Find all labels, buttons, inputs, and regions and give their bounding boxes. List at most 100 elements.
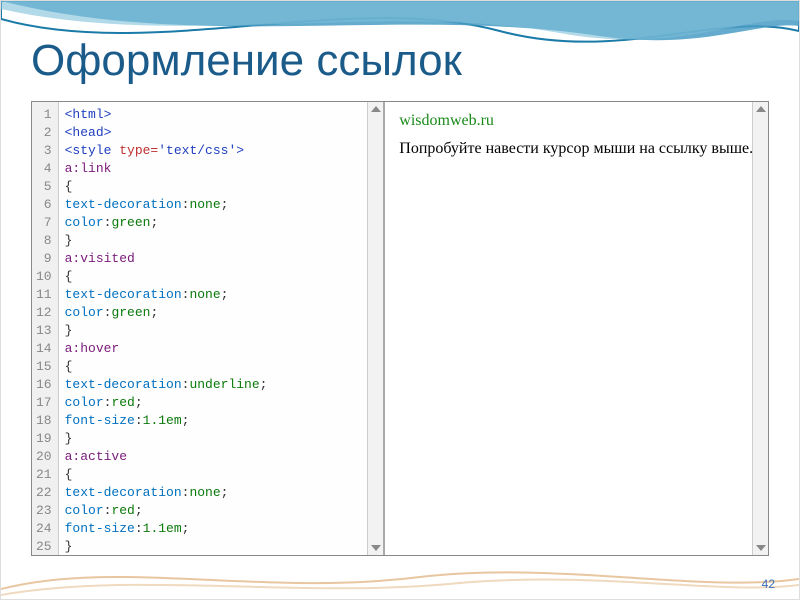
code-token: ; (221, 197, 229, 212)
code-token: underline (189, 377, 259, 392)
code-line: text-decoration:none; (65, 286, 268, 304)
code-line: } (65, 322, 268, 340)
code-token: type= (119, 143, 158, 158)
code-area: <html><head><style type='text/css'>a:lin… (59, 102, 274, 555)
code-line: { (65, 178, 268, 196)
code-token: { (65, 467, 73, 482)
code-token: : (135, 413, 143, 428)
code-token: <html> (65, 107, 112, 122)
line-number: 20 (36, 448, 52, 466)
line-number: 14 (36, 340, 52, 358)
content-frame: 1234567891011121314151617181920212223242… (31, 101, 769, 556)
code-token: 1.1em (143, 413, 182, 428)
code-line: } (65, 232, 268, 250)
code-token: a:visited (65, 251, 135, 266)
code-token: <style (65, 143, 120, 158)
code-line: color:green; (65, 214, 268, 232)
code-token: } (65, 431, 73, 446)
code-token: 'text/css' (158, 143, 236, 158)
code-line: a:hover (65, 340, 268, 358)
code-token: ; (260, 377, 268, 392)
code-editor-pane: 1234567891011121314151617181920212223242… (32, 102, 385, 555)
code-line: } (65, 538, 268, 555)
code-token: a:active (65, 449, 127, 464)
code-token: ; (150, 305, 158, 320)
code-line: color:green; (65, 304, 268, 322)
code-line: a:active (65, 448, 268, 466)
line-number: 18 (36, 412, 52, 430)
line-number: 7 (36, 214, 52, 232)
line-number: 21 (36, 466, 52, 484)
line-number: 3 (36, 142, 52, 160)
preview-body-text: Попробуйте навести курсор мыши на ссылку… (399, 140, 754, 158)
code-token: red (111, 503, 134, 518)
line-number: 13 (36, 322, 52, 340)
code-line: color:red; (65, 502, 268, 520)
code-line: text-decoration:none; (65, 484, 268, 502)
code-line: <head> (65, 124, 268, 142)
code-token: ; (221, 485, 229, 500)
code-token: 1.1em (143, 521, 182, 536)
slide-title: Оформление ссылок (31, 36, 462, 86)
line-number: 12 (36, 304, 52, 322)
code-token: green (111, 215, 150, 230)
code-line: text-decoration:underline; (65, 376, 268, 394)
line-number: 17 (36, 394, 52, 412)
code-line: a:link (65, 160, 268, 178)
preview-pane: wisdomweb.ru Попробуйте навести курсор м… (385, 102, 768, 555)
line-number: 2 (36, 124, 52, 142)
line-number: 22 (36, 484, 52, 502)
code-token: } (65, 539, 73, 554)
code-token: color (65, 395, 104, 410)
code-token: } (65, 233, 73, 248)
line-number: 9 (36, 250, 52, 268)
code-token: none (189, 485, 220, 500)
code-line: } (65, 430, 268, 448)
line-number: 1 (36, 106, 52, 124)
line-number: 10 (36, 268, 52, 286)
line-number: 15 (36, 358, 52, 376)
code-line: <html> (65, 106, 268, 124)
code-token: text-decoration (65, 287, 182, 302)
code-token: > (236, 143, 244, 158)
line-number: 19 (36, 430, 52, 448)
line-number: 25 (36, 538, 52, 555)
code-token: none (189, 197, 220, 212)
code-token: <head> (65, 125, 112, 140)
line-number: 8 (36, 232, 52, 250)
slide: Оформление ссылок 1234567891011121314151… (0, 0, 800, 600)
code-token: text-decoration (65, 485, 182, 500)
line-number-gutter: 1234567891011121314151617181920212223242… (32, 102, 59, 555)
code-token: ; (221, 287, 229, 302)
code-token: ; (182, 413, 190, 428)
code-line: font-size:1.1em; (65, 520, 268, 538)
wave-decoration-bottom (1, 549, 799, 599)
code-token: a:link (65, 161, 112, 176)
line-number: 6 (36, 196, 52, 214)
code-token: ; (150, 215, 158, 230)
code-token: text-decoration (65, 197, 182, 212)
scrollbar[interactable] (367, 102, 383, 555)
code-line: text-decoration:none; (65, 196, 268, 214)
code-token: text-decoration (65, 377, 182, 392)
code-token: font-size (65, 413, 135, 428)
code-line: font-size:1.1em; (65, 412, 268, 430)
code-token: none (189, 287, 220, 302)
code-token: { (65, 179, 73, 194)
code-line: { (65, 358, 268, 376)
preview-link[interactable]: wisdomweb.ru (399, 112, 494, 129)
code-line: { (65, 268, 268, 286)
code-token: green (111, 305, 150, 320)
code-line: a:visited (65, 250, 268, 268)
code-token: : (135, 521, 143, 536)
code-token: red (111, 395, 134, 410)
line-number: 5 (36, 178, 52, 196)
code-token: ; (135, 395, 143, 410)
page-number: 42 (762, 577, 775, 591)
line-number: 16 (36, 376, 52, 394)
line-number: 23 (36, 502, 52, 520)
scrollbar[interactable] (752, 102, 768, 555)
code-line: <style type='text/css'> (65, 142, 268, 160)
code-token: color (65, 503, 104, 518)
code-line: color:red; (65, 394, 268, 412)
